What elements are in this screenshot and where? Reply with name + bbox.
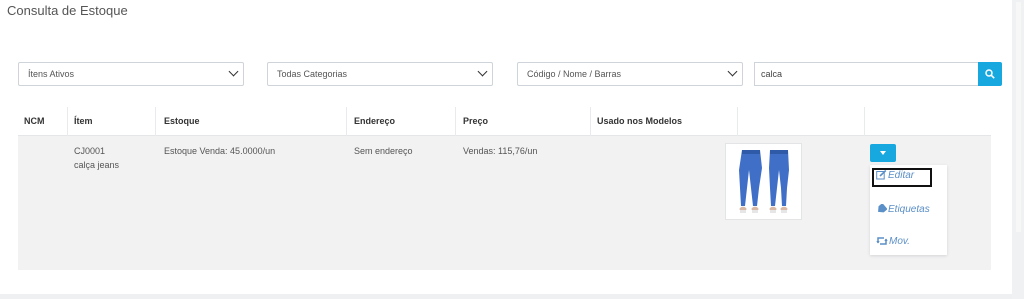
- category-select-value: Todas Categorias: [277, 69, 348, 79]
- cell-stock: Estoque Venda: 45.0000/un: [164, 146, 276, 156]
- cell-item-name: calça jeans: [74, 160, 120, 170]
- menu-item-labels-label: Etiquetas: [888, 204, 930, 215]
- col-divider: [346, 107, 347, 136]
- col-divider: [455, 107, 456, 136]
- col-item: Ítem: [74, 116, 93, 126]
- caret-down-icon: [880, 151, 886, 155]
- table-header: NCM Ítem Estoque Endereço Preço Usado no…: [18, 107, 991, 136]
- search-icon: [985, 69, 995, 79]
- cell-item-code: CJ0001: [74, 146, 106, 156]
- menu-item-movements-label: Mov.: [889, 236, 910, 247]
- col-address: Endereço: [354, 116, 396, 126]
- vertical-scrollbar[interactable]: [1012, 0, 1024, 299]
- col-price: Preço: [463, 116, 489, 126]
- jeans-image: [726, 144, 801, 219]
- col-models: Usado nos Modelos: [597, 116, 683, 126]
- col-stock: Estoque: [164, 116, 200, 126]
- col-divider: [155, 107, 156, 136]
- search-button[interactable]: [978, 62, 1002, 86]
- search-by-select-value: Código / Nome / Barras: [527, 69, 622, 79]
- cell-price: Vendas: 115,76/un: [463, 146, 538, 156]
- filter-bar: Ítens Ativos Todas Categorias Código / N…: [18, 62, 1002, 86]
- category-select[interactable]: Todas Categorias: [267, 62, 493, 86]
- col-divider: [864, 107, 865, 136]
- retweet-icon: [876, 237, 888, 246]
- status-select[interactable]: Ítens Ativos: [18, 62, 244, 86]
- focus-highlight: [872, 168, 932, 187]
- page-title: Consulta de Estoque: [7, 3, 128, 18]
- col-divider: [737, 107, 738, 136]
- col-ncm: NCM: [24, 116, 45, 126]
- search-by-select[interactable]: Código / Nome / Barras: [517, 62, 743, 86]
- chevron-down-icon: [477, 66, 488, 77]
- product-image[interactable]: [725, 143, 802, 220]
- status-select-value: Ítens Ativos: [28, 69, 75, 79]
- cell-address: Sem endereço: [354, 146, 413, 156]
- scrollbar-thumb[interactable]: [1016, 2, 1021, 232]
- ticket-icon: [878, 203, 888, 213]
- actions-dropdown-button[interactable]: [870, 144, 896, 162]
- stock-table: NCM Ítem Estoque Endereço Preço Usado no…: [18, 107, 991, 270]
- search-input[interactable]: calca: [754, 62, 978, 86]
- col-divider: [67, 107, 68, 136]
- chevron-down-icon: [228, 66, 239, 77]
- chevron-down-icon: [727, 66, 738, 77]
- col-divider: [590, 107, 591, 136]
- menu-item-labels[interactable]: Etiquetas: [876, 202, 930, 218]
- menu-item-movements[interactable]: Mov.: [876, 234, 910, 250]
